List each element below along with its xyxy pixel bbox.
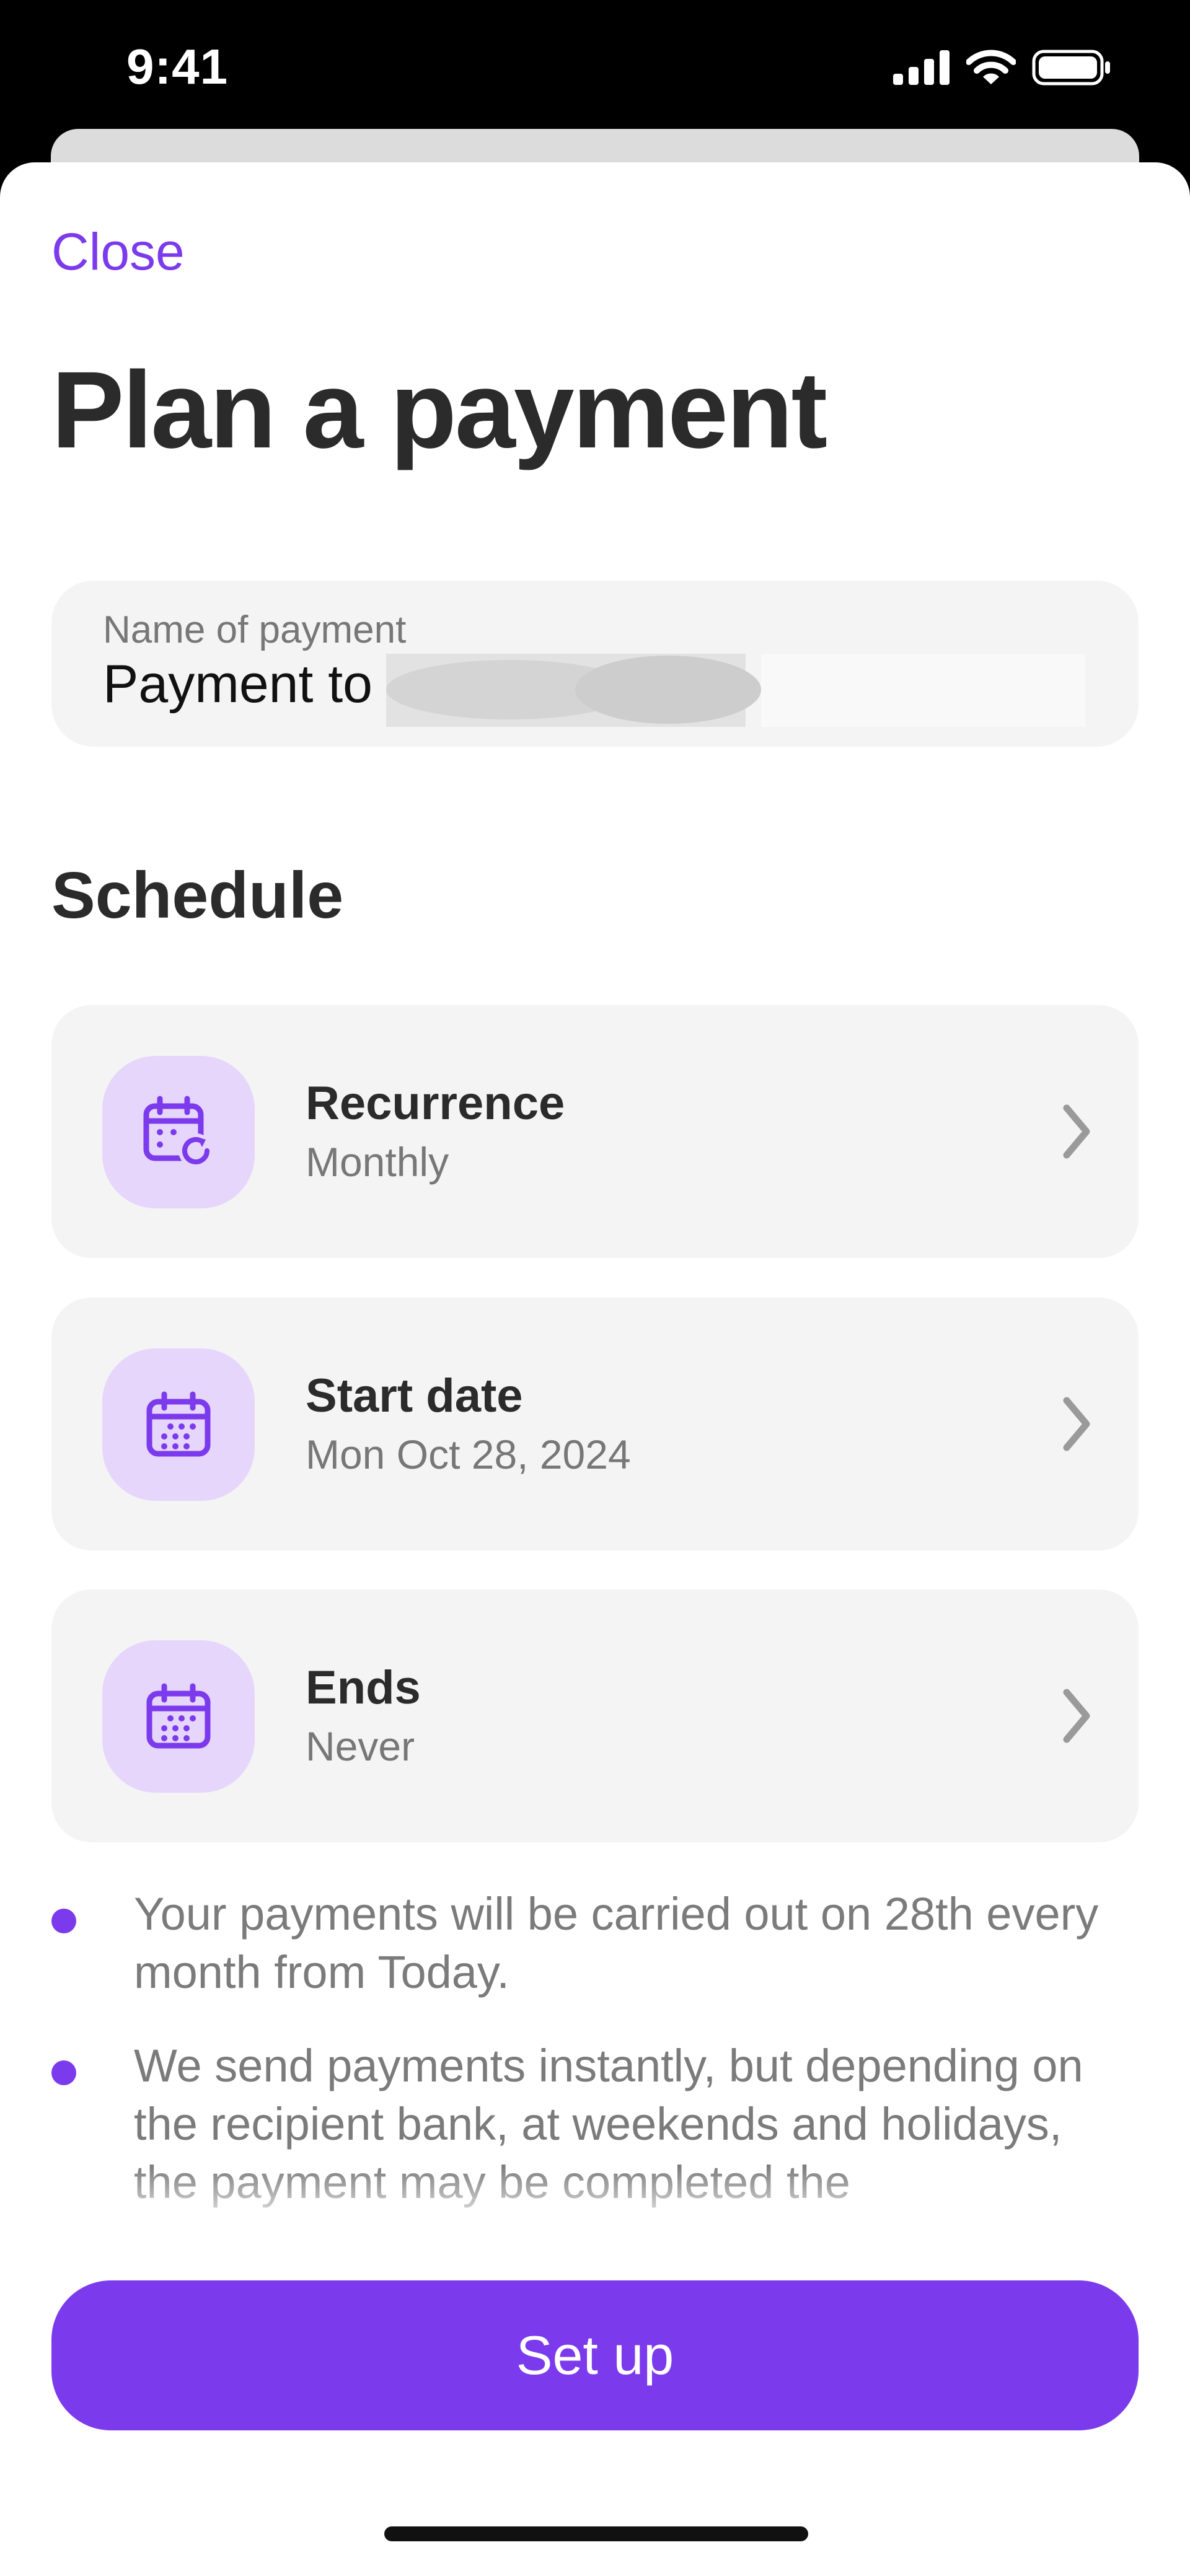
scroll-fade — [0, 2165, 1190, 2233]
calendar-icon — [146, 1683, 211, 1749]
start-date-icon-badge — [102, 1348, 255, 1501]
bullet-dot — [51, 1909, 76, 1933]
page-title: Plan a payment — [51, 349, 827, 471]
recurrence-value: Monthly — [306, 1139, 449, 1185]
wifi-icon — [966, 50, 1016, 84]
battery-icon — [1032, 50, 1110, 86]
chevron-right-icon — [1063, 1397, 1090, 1451]
payment-name-label: Name of payment — [103, 609, 407, 651]
ends-value: Never — [306, 1723, 415, 1769]
recurrence-row[interactable]: Recurrence Monthly — [51, 1005, 1139, 1258]
ends-icon-badge — [102, 1640, 255, 1793]
status-bar: 9:41 — [0, 0, 1190, 143]
start-date-title: Start date — [306, 1369, 523, 1422]
start-date-row[interactable]: Start date Mon Oct 28, 2024 — [51, 1298, 1139, 1550]
note-text: Your payments will be carried out on 28t… — [134, 1891, 1099, 1998]
chevron-right-icon — [1063, 1104, 1090, 1159]
bullet-dot — [51, 2060, 76, 2085]
recurrence-title: Recurrence — [306, 1077, 565, 1130]
status-time: 9:41 — [126, 39, 229, 94]
schedule-heading: Schedule — [51, 859, 344, 932]
set-up-button[interactable]: Set up — [51, 2280, 1139, 2430]
status-icons — [893, 50, 1111, 86]
calendar-icon — [146, 1391, 211, 1457]
redacted-recipient-name — [386, 654, 1085, 727]
payment-name-value: Payment to — [103, 654, 372, 714]
calendar-repeat-icon — [143, 1096, 213, 1168]
home-indicator — [384, 2526, 808, 2541]
payment-name-field[interactable]: Name of payment Payment to — [51, 581, 1139, 747]
ends-title: Ends — [306, 1661, 421, 1714]
chevron-right-icon — [1063, 1689, 1090, 1743]
recurrence-icon-badge — [102, 1056, 255, 1208]
start-date-value: Mon Oct 28, 2024 — [306, 1431, 631, 1477]
ends-row[interactable]: Ends Never — [51, 1589, 1139, 1842]
signal-icon — [893, 50, 950, 85]
close-button[interactable]: Close — [51, 222, 185, 282]
plan-payment-sheet: Close Plan a payment Name of payment Pay… — [0, 162, 1190, 2576]
